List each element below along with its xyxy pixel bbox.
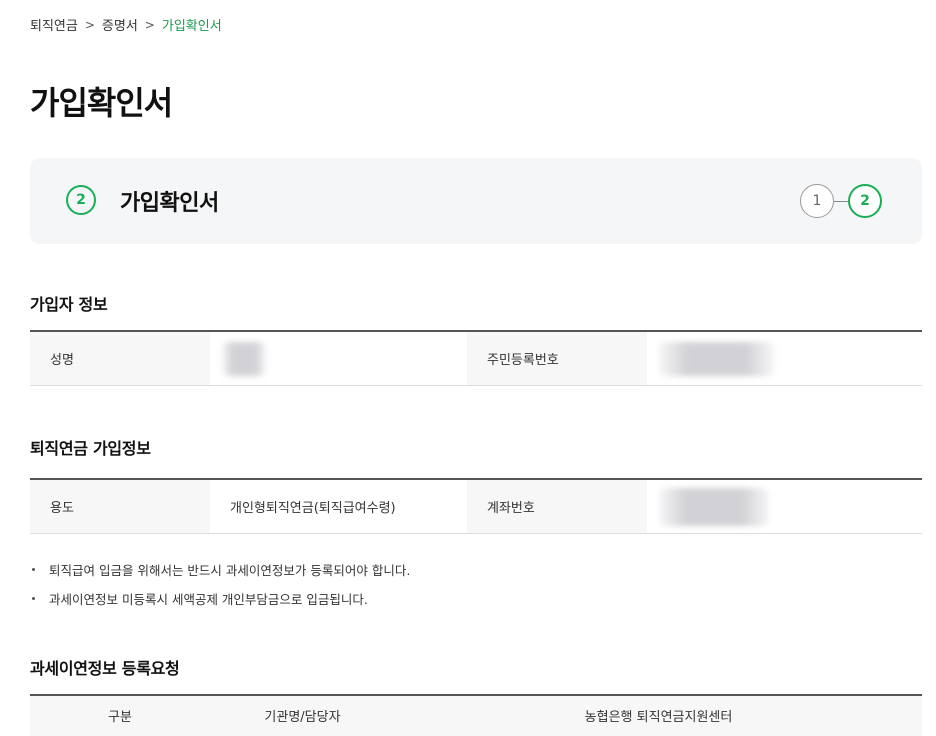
pension-info-table: 용도 개인형퇴직연금(퇴직급여수령) 계좌번호: [30, 478, 922, 534]
name-label: 성명: [30, 332, 210, 385]
member-info-title: 가입자 정보: [30, 295, 108, 314]
rrn-value: [647, 332, 922, 385]
rrn-value-masked: [659, 341, 774, 376]
column-header-category: 구분: [108, 710, 132, 725]
breadcrumb-item-current: 가입확인서: [161, 19, 222, 34]
breadcrumb-item-pension[interactable]: 퇴직연금: [30, 15, 78, 34]
notice-text: 과세이연정보 미등록시 세액공제 개인부담금으로 입금됩니다.: [49, 592, 368, 607]
purpose-value: 개인형퇴직연금(퇴직급여수령): [230, 501, 396, 516]
pension-info-title: 퇴직연금 가입정보: [30, 439, 151, 458]
column-header-institution: 기관명/담당자: [264, 710, 341, 725]
bullet-icon: [32, 568, 35, 571]
breadcrumb-item-certificates[interactable]: 증명서: [102, 15, 138, 34]
purpose-label: 용도: [30, 480, 210, 533]
bullet-icon: [32, 597, 35, 600]
step-2-indicator: 2: [848, 184, 882, 218]
registration-table: 구분 기관명/담당자 농협은행 퇴직연금지원센터: [30, 694, 922, 736]
step-panel: 2 가입확인서 1 2: [30, 158, 922, 244]
current-step-badge: 2: [66, 185, 96, 215]
list-item: 과세이연정보 미등록시 세액공제 개인부담금으로 입금됩니다.: [30, 589, 410, 608]
name-value-masked: [222, 341, 266, 376]
step-connector: [834, 200, 848, 202]
column-header-center: 농협은행 퇴직연금지원센터: [584, 710, 733, 725]
breadcrumb: 퇴직연금 > 증명서 > 가입확인서: [30, 15, 222, 35]
step-1-indicator: 1: [800, 184, 834, 218]
registration-title: 과세이연정보 등록요청: [30, 659, 180, 678]
step-indicator: 1 2: [800, 184, 882, 218]
account-value-masked: [659, 487, 769, 526]
member-info-table: 성명 주민등록번호: [30, 330, 922, 386]
list-item: 퇴직급여 입금을 위해서는 반드시 과세이연정보가 등록되어야 합니다.: [30, 560, 410, 579]
account-value: [647, 480, 922, 533]
notice-text: 퇴직급여 입금을 위해서는 반드시 과세이연정보가 등록되어야 합니다.: [49, 563, 411, 578]
notice-list: 퇴직급여 입금을 위해서는 반드시 과세이연정보가 등록되어야 합니다. 과세이…: [30, 560, 410, 618]
breadcrumb-separator: >: [84, 17, 95, 32]
breadcrumb-separator: >: [144, 17, 155, 32]
page-title: 가입확인서: [30, 84, 173, 122]
name-value: [210, 332, 467, 385]
account-label: 계좌번호: [467, 480, 647, 533]
rrn-label: 주민등록번호: [467, 332, 647, 385]
step-title: 가입확인서: [120, 191, 219, 216]
